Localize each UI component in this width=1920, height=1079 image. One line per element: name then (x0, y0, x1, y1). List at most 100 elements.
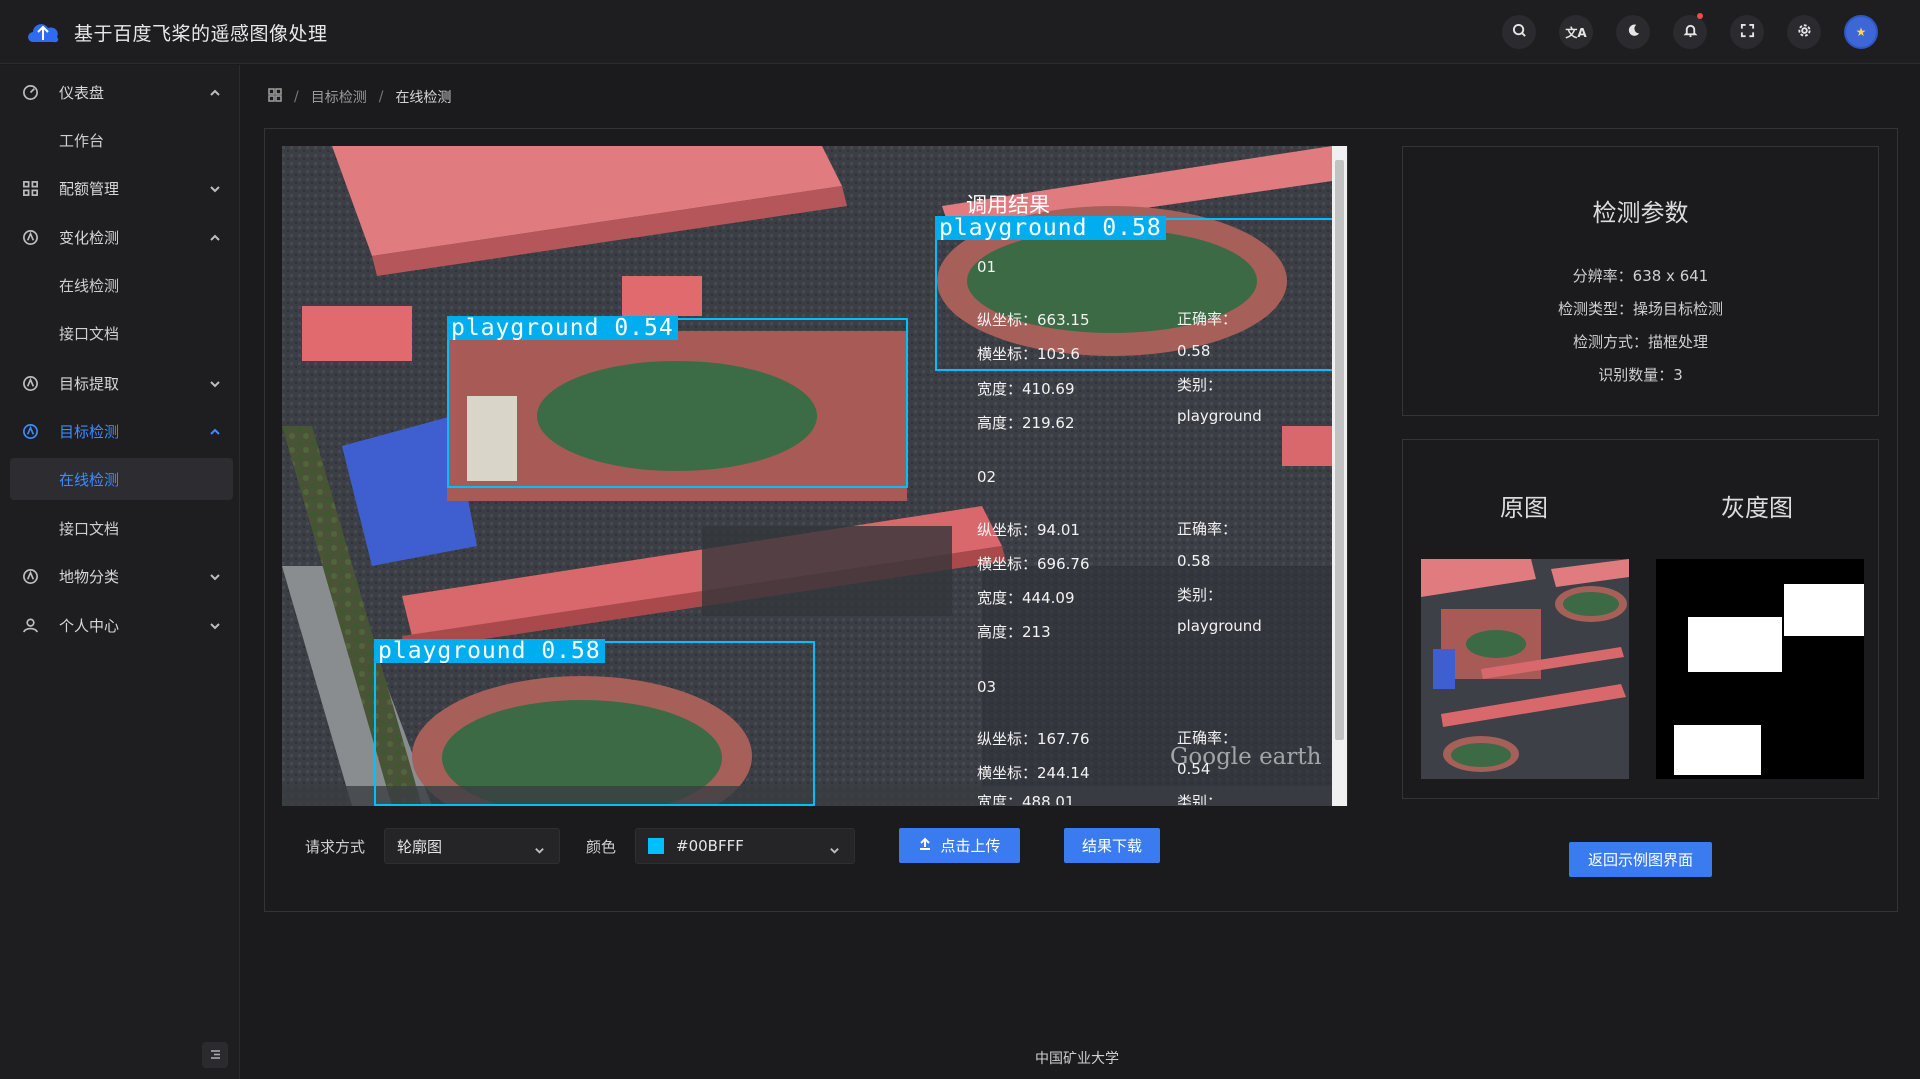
sidebar-collapse-button[interactable] (202, 1042, 228, 1068)
sidebar-item-label: 接口文档 (59, 324, 120, 343)
sidebar-item-label: 仪表盘 (59, 83, 105, 102)
color-select-value: #00BFFF (676, 837, 744, 855)
result-class-label: 类别： (1177, 376, 1223, 394)
chevron-down-icon (209, 569, 221, 581)
color-swatch (648, 838, 664, 854)
result-width: 宽度：488.01 (977, 793, 1075, 805)
viewer-scrollbar[interactable] (1332, 146, 1347, 806)
fullscreen-icon (1740, 23, 1755, 42)
result-image-viewer[interactable]: playground 0.58 playground 0.54 playgrou… (282, 146, 1348, 806)
result-height: 高度：219.62 (977, 414, 1075, 432)
gear-icon (1797, 23, 1812, 42)
sidebar-item-change-detection[interactable]: 变化检测 (10, 216, 233, 258)
analysis-icon (22, 568, 39, 585)
color-label: 颜色 (586, 838, 617, 856)
upload-button-label: 点击上传 (940, 837, 1001, 855)
original-image-thumbnail[interactable] (1421, 559, 1629, 779)
bell-icon (1683, 23, 1698, 42)
sidebar-item-label: 目标检测 (59, 422, 120, 441)
method-label: 请求方式 (305, 838, 366, 856)
sidebar-item-land-classification[interactable]: 地物分类 (10, 555, 233, 597)
chevron-up-icon (209, 424, 221, 436)
result-class: playground (1177, 407, 1262, 425)
detection-box (447, 318, 908, 488)
result-class-label: 类别： (1177, 793, 1223, 805)
translate-icon: 文A (1565, 25, 1587, 40)
sidebar-item-label: 在线检测 (59, 276, 120, 295)
settings-button[interactable] (1787, 15, 1821, 49)
sidebar-item-quota[interactable]: 配额管理 (10, 167, 233, 209)
theme-toggle-button[interactable] (1616, 15, 1650, 49)
upload-button[interactable]: 点击上传 (899, 828, 1020, 863)
sidebar: 仪表盘 工作台 配额管理 变化检测 在线检测 接口文档 目标提取 目标检测 在线… (0, 65, 240, 1079)
result-y: 纵坐标：94.01 (977, 521, 1080, 539)
original-image-title: 原图 (1500, 494, 1548, 522)
grid-icon (22, 180, 39, 197)
sidebar-item-detection-online[interactable]: 在线检测 (10, 458, 233, 500)
sidebar-item-dashboard[interactable]: 仪表盘 (10, 71, 233, 113)
sidebar-item-label: 目标提取 (59, 374, 120, 393)
sidebar-item-label: 接口文档 (59, 519, 120, 538)
sidebar-item-detection-api-docs[interactable]: 接口文档 (10, 507, 233, 549)
params-title: 检测参数 (1592, 199, 1689, 227)
collapse-icon (209, 1046, 222, 1065)
detection-label: playground 0.54 (447, 316, 678, 340)
download-button[interactable]: 结果下载 (1064, 828, 1160, 863)
sidebar-item-object-detection[interactable]: 目标检测 (10, 410, 233, 452)
result-accuracy-label: 正确率： (1177, 310, 1238, 328)
chevron-down-icon (534, 842, 545, 854)
sidebar-item-target-extraction[interactable]: 目标提取 (10, 362, 233, 404)
result-accuracy-label: 正确率： (1177, 729, 1238, 747)
chevron-down-icon (209, 181, 221, 193)
result-index: 03 (977, 678, 997, 696)
result-x: 横坐标：103.6 (977, 345, 1080, 363)
scrollbar-thumb[interactable] (1335, 160, 1344, 740)
result-width: 宽度：410.69 (977, 380, 1075, 398)
cloud-logo-icon (24, 18, 62, 46)
sidebar-item-label: 配额管理 (59, 179, 120, 198)
breadcrumb-level1[interactable]: 目标检测 (311, 87, 367, 107)
param-resolution: 分辨率：638 x 641 (1572, 267, 1709, 285)
param-method: 检测方式：描框处理 (1572, 333, 1708, 351)
home-grid-icon[interactable] (268, 88, 282, 106)
back-to-samples-button[interactable]: 返回示例图界面 (1569, 842, 1712, 877)
chevron-down-icon (209, 618, 221, 630)
breadcrumb: / 目标检测 / 在线检测 (268, 87, 451, 107)
search-icon (1512, 23, 1527, 42)
download-button-label: 结果下载 (1081, 837, 1142, 855)
result-accuracy: 0.58 (1177, 552, 1211, 570)
sidebar-item-label: 工作台 (59, 131, 105, 150)
gray-image-title: 灰度图 (1721, 494, 1793, 522)
notification-button[interactable] (1673, 13, 1707, 49)
result-index: 02 (977, 468, 997, 486)
breadcrumb-current: 在线检测 (395, 90, 452, 106)
sidebar-item-workbench[interactable]: 工作台 (10, 119, 233, 161)
param-count: 识别数量：3 (1598, 366, 1683, 384)
sidebar-item-personal-center[interactable]: 个人中心 (10, 604, 233, 646)
color-select[interactable]: #00BFFF (635, 828, 855, 864)
chevron-down-icon (209, 376, 221, 388)
result-height: 高度：213 (977, 623, 1051, 641)
analysis-icon (22, 423, 39, 440)
result-accuracy: 0.54 (1177, 760, 1211, 778)
detection-box (374, 641, 815, 806)
result-width: 宽度：444.09 (977, 589, 1075, 607)
sidebar-item-label: 个人中心 (59, 616, 120, 635)
search-button[interactable] (1502, 15, 1536, 49)
gray-mask-thumbnail[interactable] (1656, 559, 1864, 779)
user-icon (22, 617, 39, 634)
method-select[interactable]: 轮廓图 (384, 828, 560, 864)
upload-icon (918, 837, 940, 855)
method-select-value: 轮廓图 (397, 837, 443, 856)
analysis-icon (22, 229, 39, 246)
chevron-down-icon (829, 842, 840, 854)
avatar[interactable]: ★ (1844, 15, 1878, 49)
translate-button[interactable]: 文A (1559, 15, 1593, 49)
dashboard-icon (22, 84, 39, 101)
footer-text: 中国矿业大学 (1035, 1051, 1119, 1067)
sidebar-item-change-online[interactable]: 在线检测 (10, 264, 233, 306)
app-header: 基于百度飞桨的遥感图像处理 文A ★ (0, 0, 1920, 64)
sidebar-item-change-api-docs[interactable]: 接口文档 (10, 312, 233, 354)
back-button-label: 返回示例图界面 (1587, 851, 1693, 869)
fullscreen-button[interactable] (1730, 15, 1764, 49)
